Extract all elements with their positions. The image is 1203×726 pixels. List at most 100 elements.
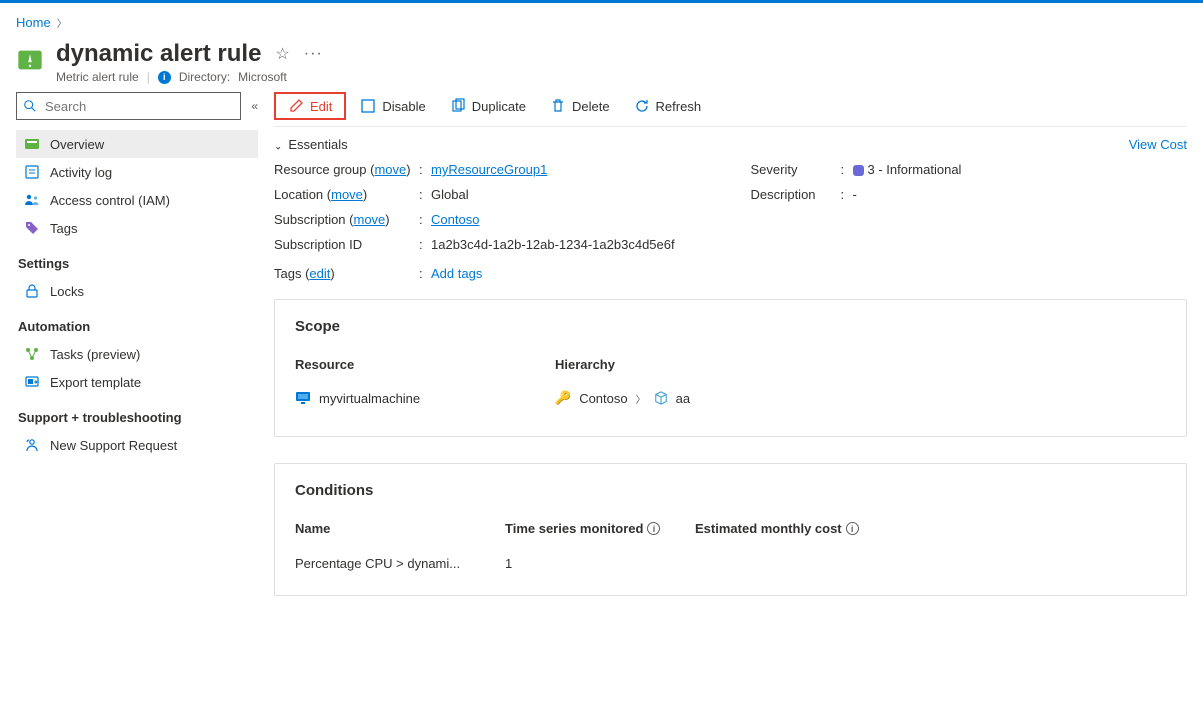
nav-support-request[interactable]: New Support Request: [16, 431, 258, 459]
essentials-toggle[interactable]: ⌃ Essentials: [274, 137, 348, 152]
nav-activity-log[interactable]: Activity log: [16, 158, 258, 186]
nav-tasks-label: Tasks (preview): [50, 347, 140, 362]
chevron-right-icon: 〉: [636, 391, 646, 406]
conditions-title: Conditions: [295, 482, 1166, 499]
nav-access-control[interactable]: Access control (IAM): [16, 186, 258, 214]
tasks-icon: [24, 346, 40, 362]
nav-locks[interactable]: Locks: [16, 277, 258, 305]
nav-overview[interactable]: Overview: [16, 130, 258, 158]
access-control-icon: [24, 192, 40, 208]
nav-heading-automation: Automation: [16, 305, 258, 340]
nav-tags-label: Tags: [50, 221, 77, 236]
edit-label: Edit: [310, 99, 332, 114]
scope-row[interactable]: myvirtualmachine 🔑 Contoso 〉 aa: [295, 382, 1166, 414]
export-template-icon: [24, 374, 40, 390]
nav-overview-label: Overview: [50, 137, 104, 152]
separator: |: [147, 70, 150, 84]
key-icon: 🔑: [555, 390, 571, 406]
resource-group-icon: [654, 391, 668, 405]
nav-export-template[interactable]: Export template: [16, 368, 258, 396]
conditions-col-cost: Estimated monthly cost: [695, 521, 842, 536]
edit-button[interactable]: Edit: [274, 92, 346, 120]
tag-icon: [24, 220, 40, 236]
trash-icon: [550, 98, 566, 114]
duplicate-icon: [450, 98, 466, 114]
nav-locks-label: Locks: [50, 284, 84, 299]
severity-label: Severity: [751, 162, 841, 177]
subscription-value[interactable]: Contoso: [431, 212, 479, 227]
nav-tasks[interactable]: Tasks (preview): [16, 340, 258, 368]
search-box[interactable]: [16, 92, 241, 120]
essentials-grid: Resource group (move) : myResourceGroup1…: [274, 162, 1187, 252]
info-icon[interactable]: i: [647, 522, 660, 535]
lock-icon: [24, 283, 40, 299]
nav-support-request-label: New Support Request: [50, 438, 177, 453]
nav-activity-log-label: Activity log: [50, 165, 112, 180]
breadcrumb: Home 〉: [16, 3, 1187, 36]
condition-row[interactable]: Percentage CPU > dynami... 1: [295, 546, 1166, 573]
scope-col-resource: Resource: [295, 357, 555, 372]
delete-label: Delete: [572, 99, 610, 114]
page-title: dynamic alert rule: [56, 40, 261, 68]
activity-log-icon: [24, 164, 40, 180]
hierarchy-leaf: aa: [676, 391, 690, 406]
disable-icon: [360, 98, 376, 114]
search-input[interactable]: [43, 98, 234, 115]
chevron-right-icon: 〉: [57, 15, 67, 30]
collapse-sidebar-button[interactable]: «: [251, 99, 258, 113]
view-cost-link[interactable]: View Cost: [1129, 137, 1187, 152]
location-move[interactable]: move: [331, 187, 363, 202]
description-value: -: [853, 187, 1188, 202]
condition-name: Percentage CPU > dynami...: [295, 556, 505, 571]
scope-resource-name: myvirtualmachine: [319, 391, 420, 406]
chevron-up-icon: ⌃: [274, 139, 282, 150]
nav-access-control-label: Access control (IAM): [50, 193, 170, 208]
delete-button[interactable]: Delete: [540, 93, 620, 119]
disable-button[interactable]: Disable: [350, 93, 435, 119]
tags-label: Tags: [274, 266, 301, 281]
subscription-id-value: 1a2b3c4d-1a2b-12ab-1234-1a2b3c4d5e6f: [431, 237, 711, 252]
subscription-id-label: Subscription ID: [274, 237, 419, 252]
location-label: Location: [274, 187, 323, 202]
disable-label: Disable: [382, 99, 425, 114]
nav-heading-support: Support + troubleshooting: [16, 396, 258, 431]
vm-icon: [295, 390, 311, 406]
resource-group-move[interactable]: move: [374, 162, 406, 177]
info-icon: i: [158, 71, 171, 84]
conditions-panel: Conditions Name Time series monitored i E…: [274, 463, 1187, 596]
refresh-icon: [634, 98, 650, 114]
nav-heading-settings: Settings: [16, 242, 258, 277]
directory-label: Directory:: [179, 70, 230, 84]
subscription-label: Subscription: [274, 212, 346, 227]
conditions-col-timeseries: Time series monitored: [505, 521, 643, 536]
favorite-button[interactable]: ☆: [275, 44, 289, 64]
toolbar: Edit Disable Duplicate Delete Refresh: [274, 92, 1187, 127]
resource-group-label: Resource group: [274, 162, 367, 177]
location-value: Global: [431, 187, 711, 202]
more-button[interactable]: ···: [304, 45, 323, 63]
search-icon: [23, 99, 37, 113]
tags-edit[interactable]: edit: [309, 266, 330, 281]
content: Edit Disable Duplicate Delete Refresh: [274, 92, 1187, 622]
alert-rule-icon: [16, 46, 44, 74]
directory-value: Microsoft: [238, 70, 287, 84]
severity-value: 3 - Informational: [868, 162, 962, 177]
info-icon[interactable]: i: [846, 522, 859, 535]
description-label: Description: [751, 187, 841, 202]
overview-icon: [24, 136, 40, 152]
severity-badge: [853, 165, 864, 176]
add-tags-link[interactable]: Add tags: [431, 266, 482, 281]
page-subtitle: Metric alert rule: [56, 70, 139, 84]
refresh-button[interactable]: Refresh: [624, 93, 712, 119]
refresh-label: Refresh: [656, 99, 702, 114]
support-icon: [24, 437, 40, 453]
conditions-col-name: Name: [295, 521, 505, 536]
pencil-icon: [288, 98, 304, 114]
nav-tags[interactable]: Tags: [16, 214, 258, 242]
duplicate-button[interactable]: Duplicate: [440, 93, 536, 119]
scope-title: Scope: [295, 318, 1166, 335]
subscription-move[interactable]: move: [354, 212, 386, 227]
breadcrumb-home[interactable]: Home: [16, 15, 51, 30]
resource-group-value[interactable]: myResourceGroup1: [431, 162, 547, 177]
page-header: dynamic alert rule ☆ ··· Metric alert ru…: [16, 36, 1187, 92]
